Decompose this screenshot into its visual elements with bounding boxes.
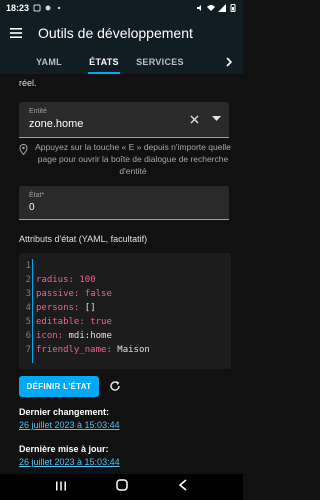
tab-yaml[interactable]: YAML <box>20 50 78 74</box>
code-text: radius: 100 <box>36 274 96 285</box>
yaml-code-editor[interactable]: 1 2 radius: 100 3 passive: false 4 perso… <box>19 253 231 369</box>
dropdown-icon[interactable] <box>209 112 223 126</box>
attributes-label: Attributs d'état (YAML, facultatif) <box>19 234 148 244</box>
last-updated-link[interactable]: 26 juillet 2023 à 15:03:44 <box>19 457 120 467</box>
signal-icon <box>218 3 226 12</box>
code-line: 1 <box>19 259 36 272</box>
mute-icon <box>197 4 201 11</box>
code-line: 5 editable: true <box>19 315 112 328</box>
back-icon[interactable] <box>178 478 188 496</box>
entity-field-value: zone.home <box>29 118 84 130</box>
hint-row: Appuyez sur la touche « E » depuis n'imp… <box>19 141 231 177</box>
notification-icons <box>33 4 63 12</box>
notification-icon <box>33 4 41 11</box>
state-field-value: 0 <box>29 202 35 213</box>
last-updated-label: Dernière mise à jour: <box>19 444 109 454</box>
line-number: 2 <box>25 274 31 285</box>
refresh-icon[interactable] <box>108 379 122 393</box>
system-icons <box>196 3 237 12</box>
tabs-bar: YAML ÉTATS SERVICES <box>0 50 243 74</box>
line-number: 1 <box>25 260 31 271</box>
state-field[interactable]: État* 0 <box>19 186 229 220</box>
entity-field[interactable]: Entité zone.home <box>19 102 229 138</box>
code-text: icon: mdi:home <box>36 330 112 341</box>
code-line: 3 passive: false <box>19 287 112 300</box>
home-icon[interactable] <box>116 478 129 496</box>
status-bar: 18:23 <box>0 0 243 15</box>
code-text: friendly_name: Maison <box>36 344 150 355</box>
code-line: 7 friendly_name: Maison <box>19 343 150 356</box>
code-text: passive: false <box>36 288 112 299</box>
wifi-icon <box>207 4 215 11</box>
recent-apps-icon[interactable] <box>55 478 67 496</box>
cloud-icon <box>45 5 51 10</box>
line-number: 5 <box>25 316 31 327</box>
dot-icon <box>57 6 61 9</box>
app-bar: Outils de développement <box>0 15 243 50</box>
hint-text: Appuyez sur la touche « E » depuis n'imp… <box>35 142 231 176</box>
state-field-label: État* <box>29 192 45 199</box>
battery-icon <box>230 3 236 12</box>
menu-icon[interactable] <box>0 15 32 50</box>
last-changed-label: Dernier changement: <box>19 407 110 417</box>
page-title: Outils de développement <box>38 24 193 41</box>
last-changed-link[interactable]: 26 juillet 2023 à 15:03:44 <box>19 420 120 430</box>
code-line: 4 persons: [] <box>19 301 96 314</box>
line-number: 4 <box>25 302 31 313</box>
tab-etats[interactable]: ÉTATS <box>84 50 124 74</box>
close-icon[interactable] <box>187 112 201 126</box>
entity-field-label: Entité <box>29 108 47 115</box>
main-content: réel. Entité zone.home Appuyez sur la to… <box>0 74 243 474</box>
code-text: persons: [] <box>36 302 96 313</box>
status-time: 18:23 <box>6 2 30 13</box>
tab-services[interactable]: SERVICES <box>130 50 190 74</box>
code-line: 6 icon: mdi:home <box>19 329 112 342</box>
code-line: 2 radius: 100 <box>19 273 96 286</box>
set-state-button[interactable]: DÉFINIR L'ÉTAT <box>19 376 99 397</box>
system-nav-bar <box>0 474 243 500</box>
info-icon <box>19 142 28 160</box>
chevron-right-icon[interactable] <box>215 50 243 74</box>
code-text: editable: true <box>36 316 112 327</box>
partial-text: réel. <box>19 78 37 88</box>
line-number: 3 <box>25 288 31 299</box>
line-number: 6 <box>25 330 31 341</box>
line-number: 7 <box>25 344 31 355</box>
